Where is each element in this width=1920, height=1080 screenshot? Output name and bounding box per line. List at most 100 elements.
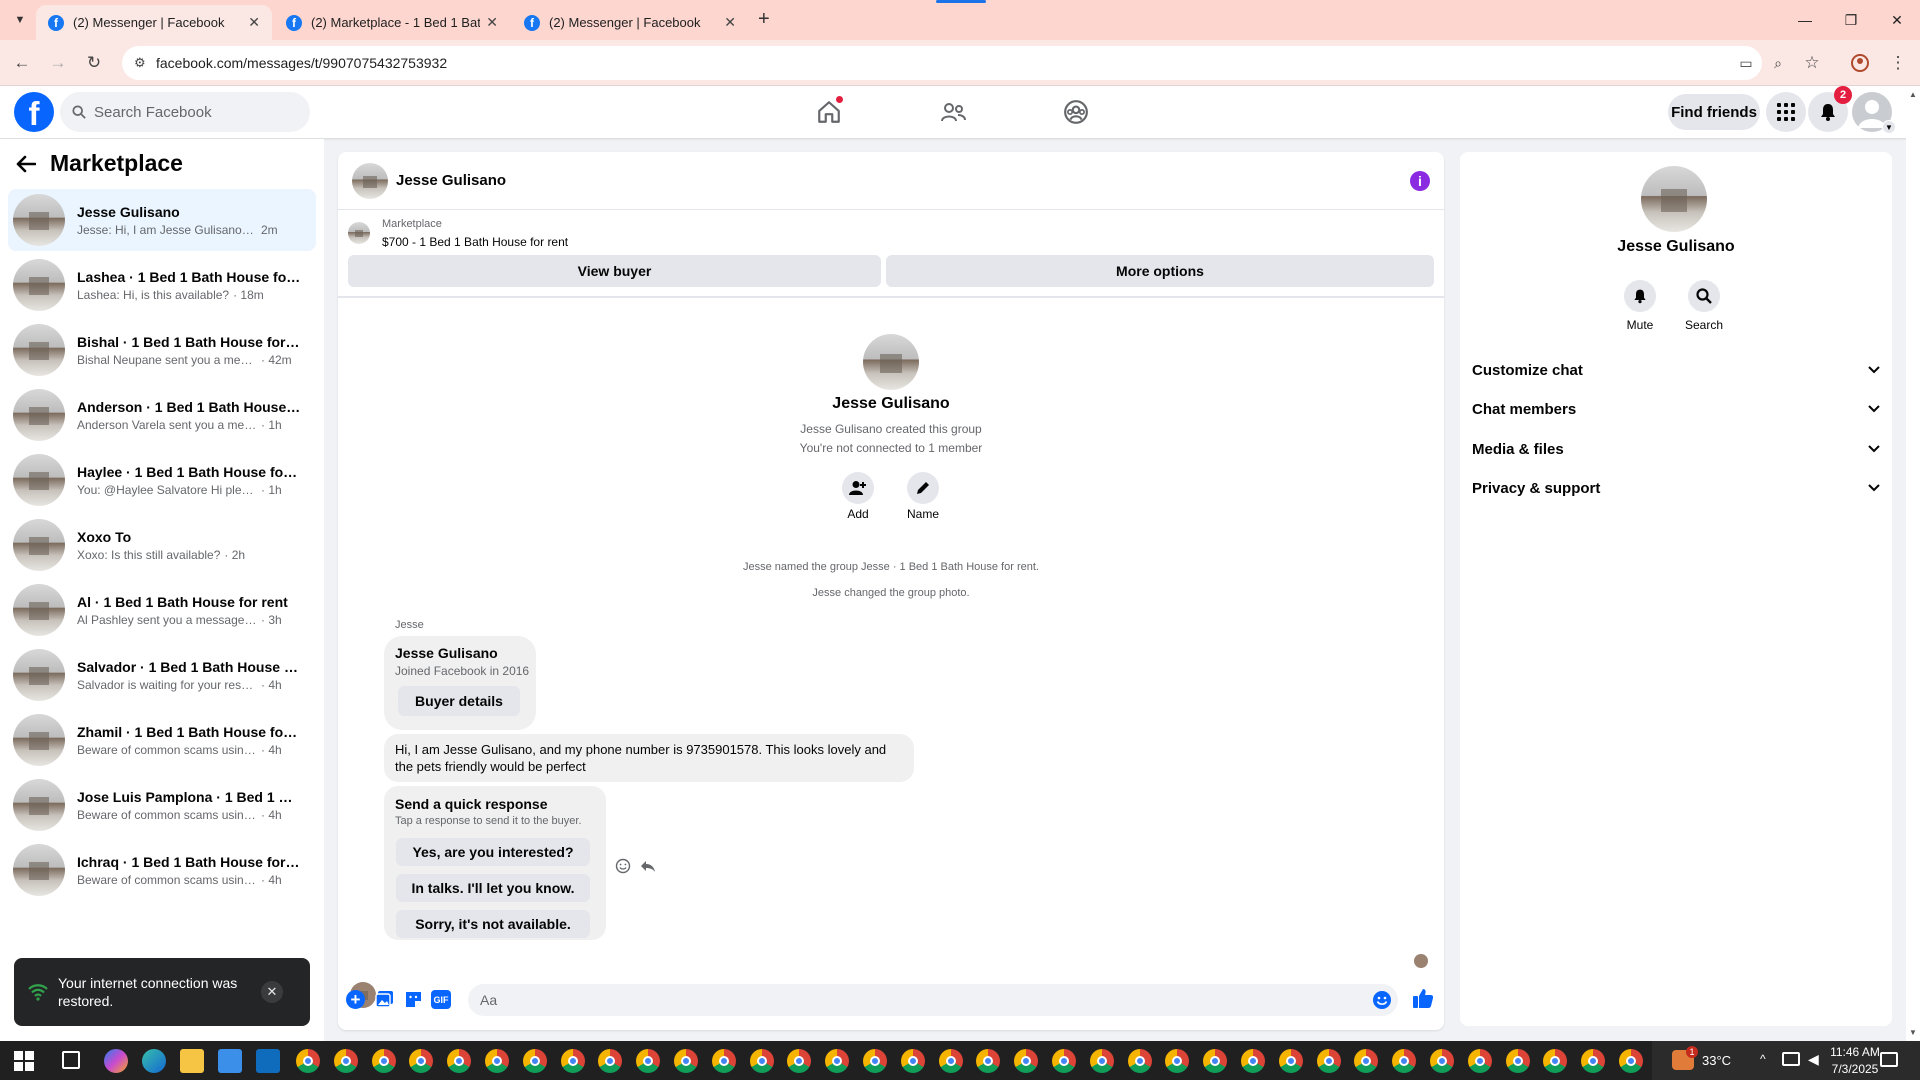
chrome-taskbar-icon[interactable] [1354,1049,1379,1073]
add-member-button[interactable] [842,472,874,504]
section-chat-members[interactable]: Chat members [1472,391,1880,427]
page-scrollbar[interactable]: ▲ ▼ [1906,86,1920,1041]
chrome-taskbar-icon[interactable] [447,1049,472,1073]
reload-icon[interactable]: ↻ [82,51,106,75]
scroll-down-icon[interactable]: ▼ [1909,1028,1917,1037]
back-arrow-icon[interactable] [16,155,36,173]
chrome-taskbar-icon[interactable] [1165,1049,1190,1073]
task-view-icon[interactable] [62,1051,80,1069]
view-buyer-button[interactable]: View buyer [348,255,881,287]
plus-actions-icon[interactable]: + [346,990,365,1009]
chrome-taskbar-icon[interactable] [636,1049,661,1073]
new-tab-icon[interactable]: + [758,8,770,31]
chrome-taskbar-icon[interactable] [825,1049,850,1073]
chat-avatar[interactable] [352,163,388,199]
restore-icon[interactable]: ❐ [1828,0,1874,40]
toast-close-icon[interactable]: ✕ [261,981,283,1003]
chrome-taskbar-icon[interactable] [409,1049,434,1073]
tab-close-icon[interactable]: ✕ [486,14,498,31]
quick-reply-not-available[interactable]: Sorry, it's not available. [396,910,590,938]
facebook-search-input[interactable]: Search Facebook [60,92,310,132]
tab-messenger-1[interactable]: f (2) Messenger | Facebook ✕ [36,5,272,40]
chrome-taskbar-icon[interactable] [333,1049,358,1073]
chrome-taskbar-icon[interactable] [976,1049,1001,1073]
menu-grid-button[interactable] [1766,92,1806,132]
profile-icon[interactable] [1848,51,1872,75]
chrome-taskbar-icon[interactable] [560,1049,585,1073]
chrome-taskbar-icon[interactable] [1619,1049,1643,1073]
chrome-taskbar-icon[interactable] [938,1049,963,1073]
notification-center-icon[interactable] [1880,1052,1898,1067]
close-window-icon[interactable]: ✕ [1874,0,1920,40]
chrome-taskbar-icon[interactable] [1316,1049,1341,1073]
chrome-taskbar-icon[interactable] [1014,1049,1039,1073]
more-options-button[interactable]: More options [886,255,1434,287]
copilot-icon[interactable] [104,1049,128,1073]
chrome-taskbar-icon[interactable] [674,1049,698,1073]
conversation-item[interactable]: Ichraq · 1 Bed 1 Bath House for rent Bewa… [8,839,316,901]
quick-reply-in-talks[interactable]: In talks. I'll let you know. [396,874,590,902]
chrome-taskbar-icon[interactable] [787,1049,812,1073]
chrome-taskbar-icon[interactable] [1392,1049,1417,1073]
reply-arrow-icon[interactable] [640,858,656,874]
chrome-taskbar-icon[interactable] [1581,1049,1606,1073]
network-icon[interactable] [1782,1052,1800,1066]
file-explorer-icon[interactable] [180,1049,204,1073]
tab-close-icon[interactable]: ✕ [248,14,260,31]
edge-icon[interactable] [142,1049,166,1073]
message-input[interactable]: Aa [468,984,1398,1016]
gif-icon[interactable]: GIF [431,990,451,1009]
chrome-taskbar-icon[interactable] [863,1049,887,1073]
minimize-icon[interactable]: — [1782,0,1828,40]
groups-nav-icon[interactable] [1060,96,1092,128]
temperature-text[interactable]: 33°C [1702,1053,1731,1068]
chrome-taskbar-icon[interactable] [1089,1049,1114,1073]
conversation-item[interactable]: Lashea · 1 Bed 1 Bath House for rent Lash… [8,254,316,316]
listing-thumbnail[interactable] [348,222,370,244]
install-app-icon[interactable]: ▭ [1734,51,1758,75]
chrome-taskbar-icon[interactable] [1127,1049,1152,1073]
chrome-taskbar-icon[interactable] [1052,1049,1076,1073]
chrome-taskbar-icon[interactable] [1278,1049,1303,1073]
browser-menu-icon[interactable]: ⋮ [1886,51,1910,75]
chrome-taskbar-icon[interactable] [900,1049,925,1073]
clock-time[interactable]: 11:46 AM [1826,1045,1884,1059]
clock-date[interactable]: 7/3/2025 [1826,1062,1884,1076]
conversation-item[interactable]: Al · 1 Bed 1 Bath House for rent Al Pashl… [8,579,316,641]
buyer-details-button[interactable]: Buyer details [398,686,520,716]
like-thumb-icon[interactable] [1412,987,1434,1009]
profile-name[interactable]: Jesse Gulisano [1460,238,1892,256]
emoji-picker-icon[interactable] [1372,990,1392,1010]
conversation-item[interactable]: Xoxo To Xoxo: Is this still available? · 2… [8,514,316,576]
tab-marketplace[interactable]: f (2) Marketplace - 1 Bed 1 Bath H ✕ [274,5,510,40]
section-media-files[interactable]: Media & files [1472,431,1880,467]
start-windows-icon[interactable] [14,1051,34,1071]
conversation-item[interactable]: Zhamil · 1 Bed 1 Bath House for rent Bewa… [8,709,316,771]
friends-nav-icon[interactable] [937,96,969,128]
home-nav-icon[interactable] [813,96,845,128]
chrome-taskbar-icon[interactable] [749,1049,774,1073]
chrome-taskbar-icon[interactable] [1241,1049,1265,1073]
section-customize-chat[interactable]: Customize chat [1472,352,1880,388]
url-field[interactable]: ⚙ facebook.com/messages/t/99070754327539… [122,46,1762,80]
chrome-taskbar-icon[interactable] [522,1049,547,1073]
chrome-taskbar-icon[interactable] [296,1049,320,1073]
zoom-icon[interactable]: ⌕ [1766,51,1790,75]
tab-messenger-2[interactable]: f (2) Messenger | Facebook ✕ [512,5,748,40]
chrome-taskbar-icon[interactable] [1467,1049,1492,1073]
volume-icon[interactable]: ◀ [1808,1051,1819,1068]
chat-title[interactable]: Jesse Gulisano [396,172,506,189]
conversation-item[interactable]: Haylee · 1 Bed 1 Bath House for rent You:… [8,449,316,511]
listing-title[interactable]: $700 - 1 Bed 1 Bath House for rent [382,235,568,249]
chrome-taskbar-icon[interactable] [598,1049,623,1073]
chrome-taskbar-icon[interactable] [1543,1049,1568,1073]
site-info-icon[interactable]: ⚙ [134,55,146,71]
profile-avatar[interactable] [1641,166,1707,232]
tray-chevron-icon[interactable]: ^ [1760,1052,1766,1066]
chrome-taskbar-icon[interactable] [711,1049,736,1073]
back-icon[interactable]: ← [10,51,34,75]
conversation-item[interactable]: Jose Luis Pamplona · 1 Bed 1 Bath ... Bew… [8,774,316,836]
conversation-item[interactable]: Anderson · 1 Bed 1 Bath House for ... And… [8,384,316,446]
chrome-taskbar-icon[interactable] [371,1049,396,1073]
section-privacy-support[interactable]: Privacy & support [1472,470,1880,506]
